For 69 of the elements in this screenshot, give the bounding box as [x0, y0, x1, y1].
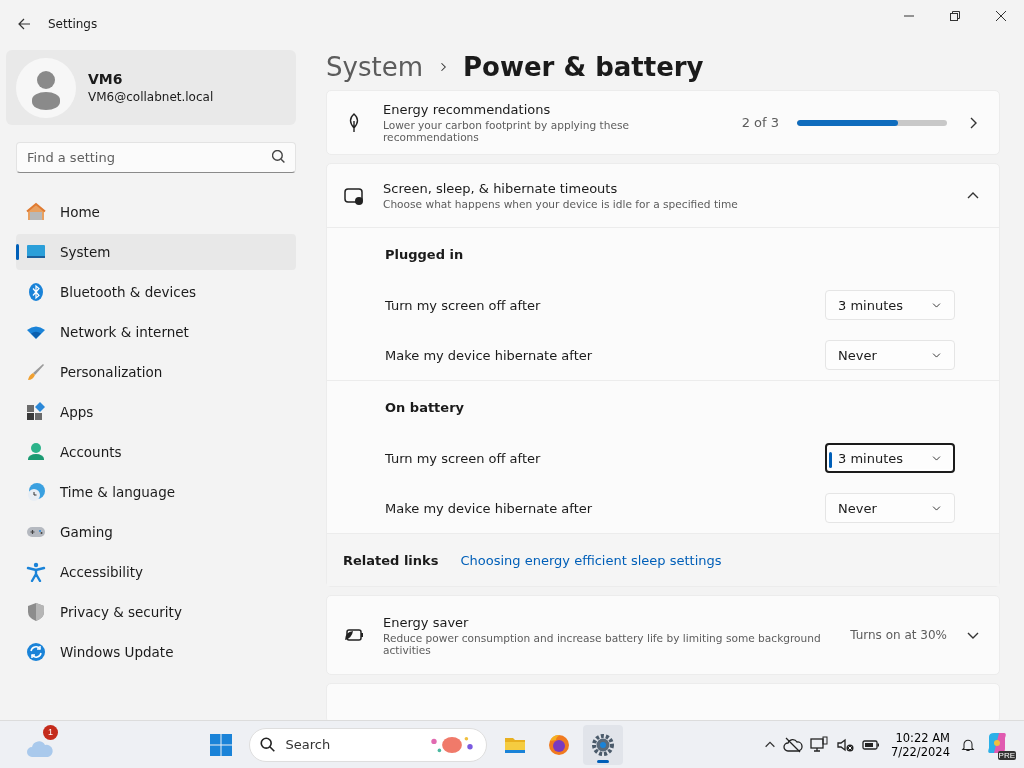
search-field[interactable]: Find a setting	[16, 142, 296, 173]
setting-description: Choose what happens when your device is idle for a specified time	[383, 198, 739, 210]
time-text: 10:22 AM	[895, 730, 950, 745]
nav-item[interactable]: Personalization	[16, 354, 296, 390]
setting-description: Reduce power consumption and increase battery life by limiting some background activities	[383, 631, 822, 656]
swirl-icon	[985, 731, 1009, 755]
update-icon	[26, 642, 46, 662]
nav-item[interactable]: Privacy & security	[16, 594, 296, 630]
page-title: Power & battery	[462, 52, 704, 82]
setting-title: Energy saver	[383, 614, 470, 630]
setting-title: Screen, sleep, & hibernate timeouts	[383, 181, 619, 196]
settings-icon	[590, 732, 615, 757]
date-text: 7/22/2024	[891, 744, 950, 759]
home-icon	[26, 202, 46, 222]
notification-badge: 1	[43, 724, 58, 740]
status-text: Turns on at 30%	[850, 628, 947, 642]
progress-text: 2 of 3	[741, 115, 779, 130]
setting-label: Turn my screen off after	[385, 450, 541, 466]
preview-badge: PRE	[997, 750, 1016, 760]
account-card[interactable]: VM6 VM6@collabnet.local	[6, 50, 296, 125]
nav-item[interactable]: Accounts	[16, 434, 296, 470]
account-name: VM6	[88, 71, 124, 87]
restore-icon	[949, 10, 961, 22]
link[interactable]: Choosing energy efficient sleep settings	[460, 552, 722, 568]
close-icon	[995, 10, 1007, 22]
taskbar-app[interactable]	[582, 724, 623, 765]
apps-icon	[26, 402, 46, 422]
shield-icon	[26, 602, 46, 622]
nav-item[interactable]: Accessibility	[16, 554, 296, 590]
nav-item[interactable]: Windows Update	[16, 634, 296, 670]
related-links-label: Related links	[343, 552, 439, 568]
nav-item[interactable]: System	[16, 234, 296, 270]
nav-item[interactable]: Bluetooth & devices	[16, 274, 296, 310]
paintbrush-icon	[26, 362, 46, 382]
setting-label: Make my device hibernate after	[385, 500, 593, 516]
taskbar-search[interactable]: Search	[248, 727, 487, 762]
settings-card[interactable]: Energy saver Reduce power consumption and increase battery life by limiting some background activities Turns on at 30%	[326, 595, 1000, 675]
setting-title: Energy recommendations	[383, 102, 552, 117]
setting-label: Make my device hibernate after	[385, 347, 593, 363]
dropdown[interactable]: 3 minutes	[825, 290, 955, 320]
breadcrumb-link[interactable]: System	[326, 52, 423, 82]
section-heading: On battery	[385, 398, 466, 417]
bluetooth-icon	[26, 282, 46, 302]
network-icon[interactable]	[809, 734, 830, 755]
account-email: VM6@collabnet.local	[88, 90, 214, 104]
clock[interactable]: 10:22 AM 7/22/2024	[887, 730, 954, 759]
weather-widget[interactable]: 1	[20, 724, 60, 765]
person-icon	[26, 442, 46, 462]
arrow-left-icon	[17, 17, 31, 31]
nav-item[interactable]: Gaming	[16, 514, 296, 550]
settings-card[interactable]: Energy recommendations Lower your carbon footprint by applying these recommendations 2 of 3	[326, 90, 1000, 155]
dropdown[interactable]: Never	[825, 340, 955, 370]
nav-item[interactable]: Home	[16, 194, 296, 230]
search-icon	[272, 150, 286, 164]
dropdown[interactable]: Never	[825, 493, 955, 523]
nav-item[interactable]: Apps	[16, 394, 296, 430]
nav-item[interactable]: Network & internet	[16, 314, 296, 350]
browser-icon	[546, 732, 571, 757]
setting-label: Turn my screen off after	[385, 297, 541, 313]
setting-description: Lower your carbon footprint by applying these recommendations	[383, 119, 631, 143]
accessibility-icon	[26, 562, 46, 582]
globe-clock-icon	[26, 482, 46, 502]
avatar-icon	[16, 57, 76, 118]
dropdown[interactable]: 3 minutes	[825, 443, 955, 473]
nav-item[interactable]: Time & language	[16, 474, 296, 510]
search-icon	[258, 735, 277, 754]
windows-logo-icon	[208, 732, 233, 757]
window-title: Settings	[48, 17, 98, 31]
section-heading: Plugged in	[385, 245, 465, 264]
